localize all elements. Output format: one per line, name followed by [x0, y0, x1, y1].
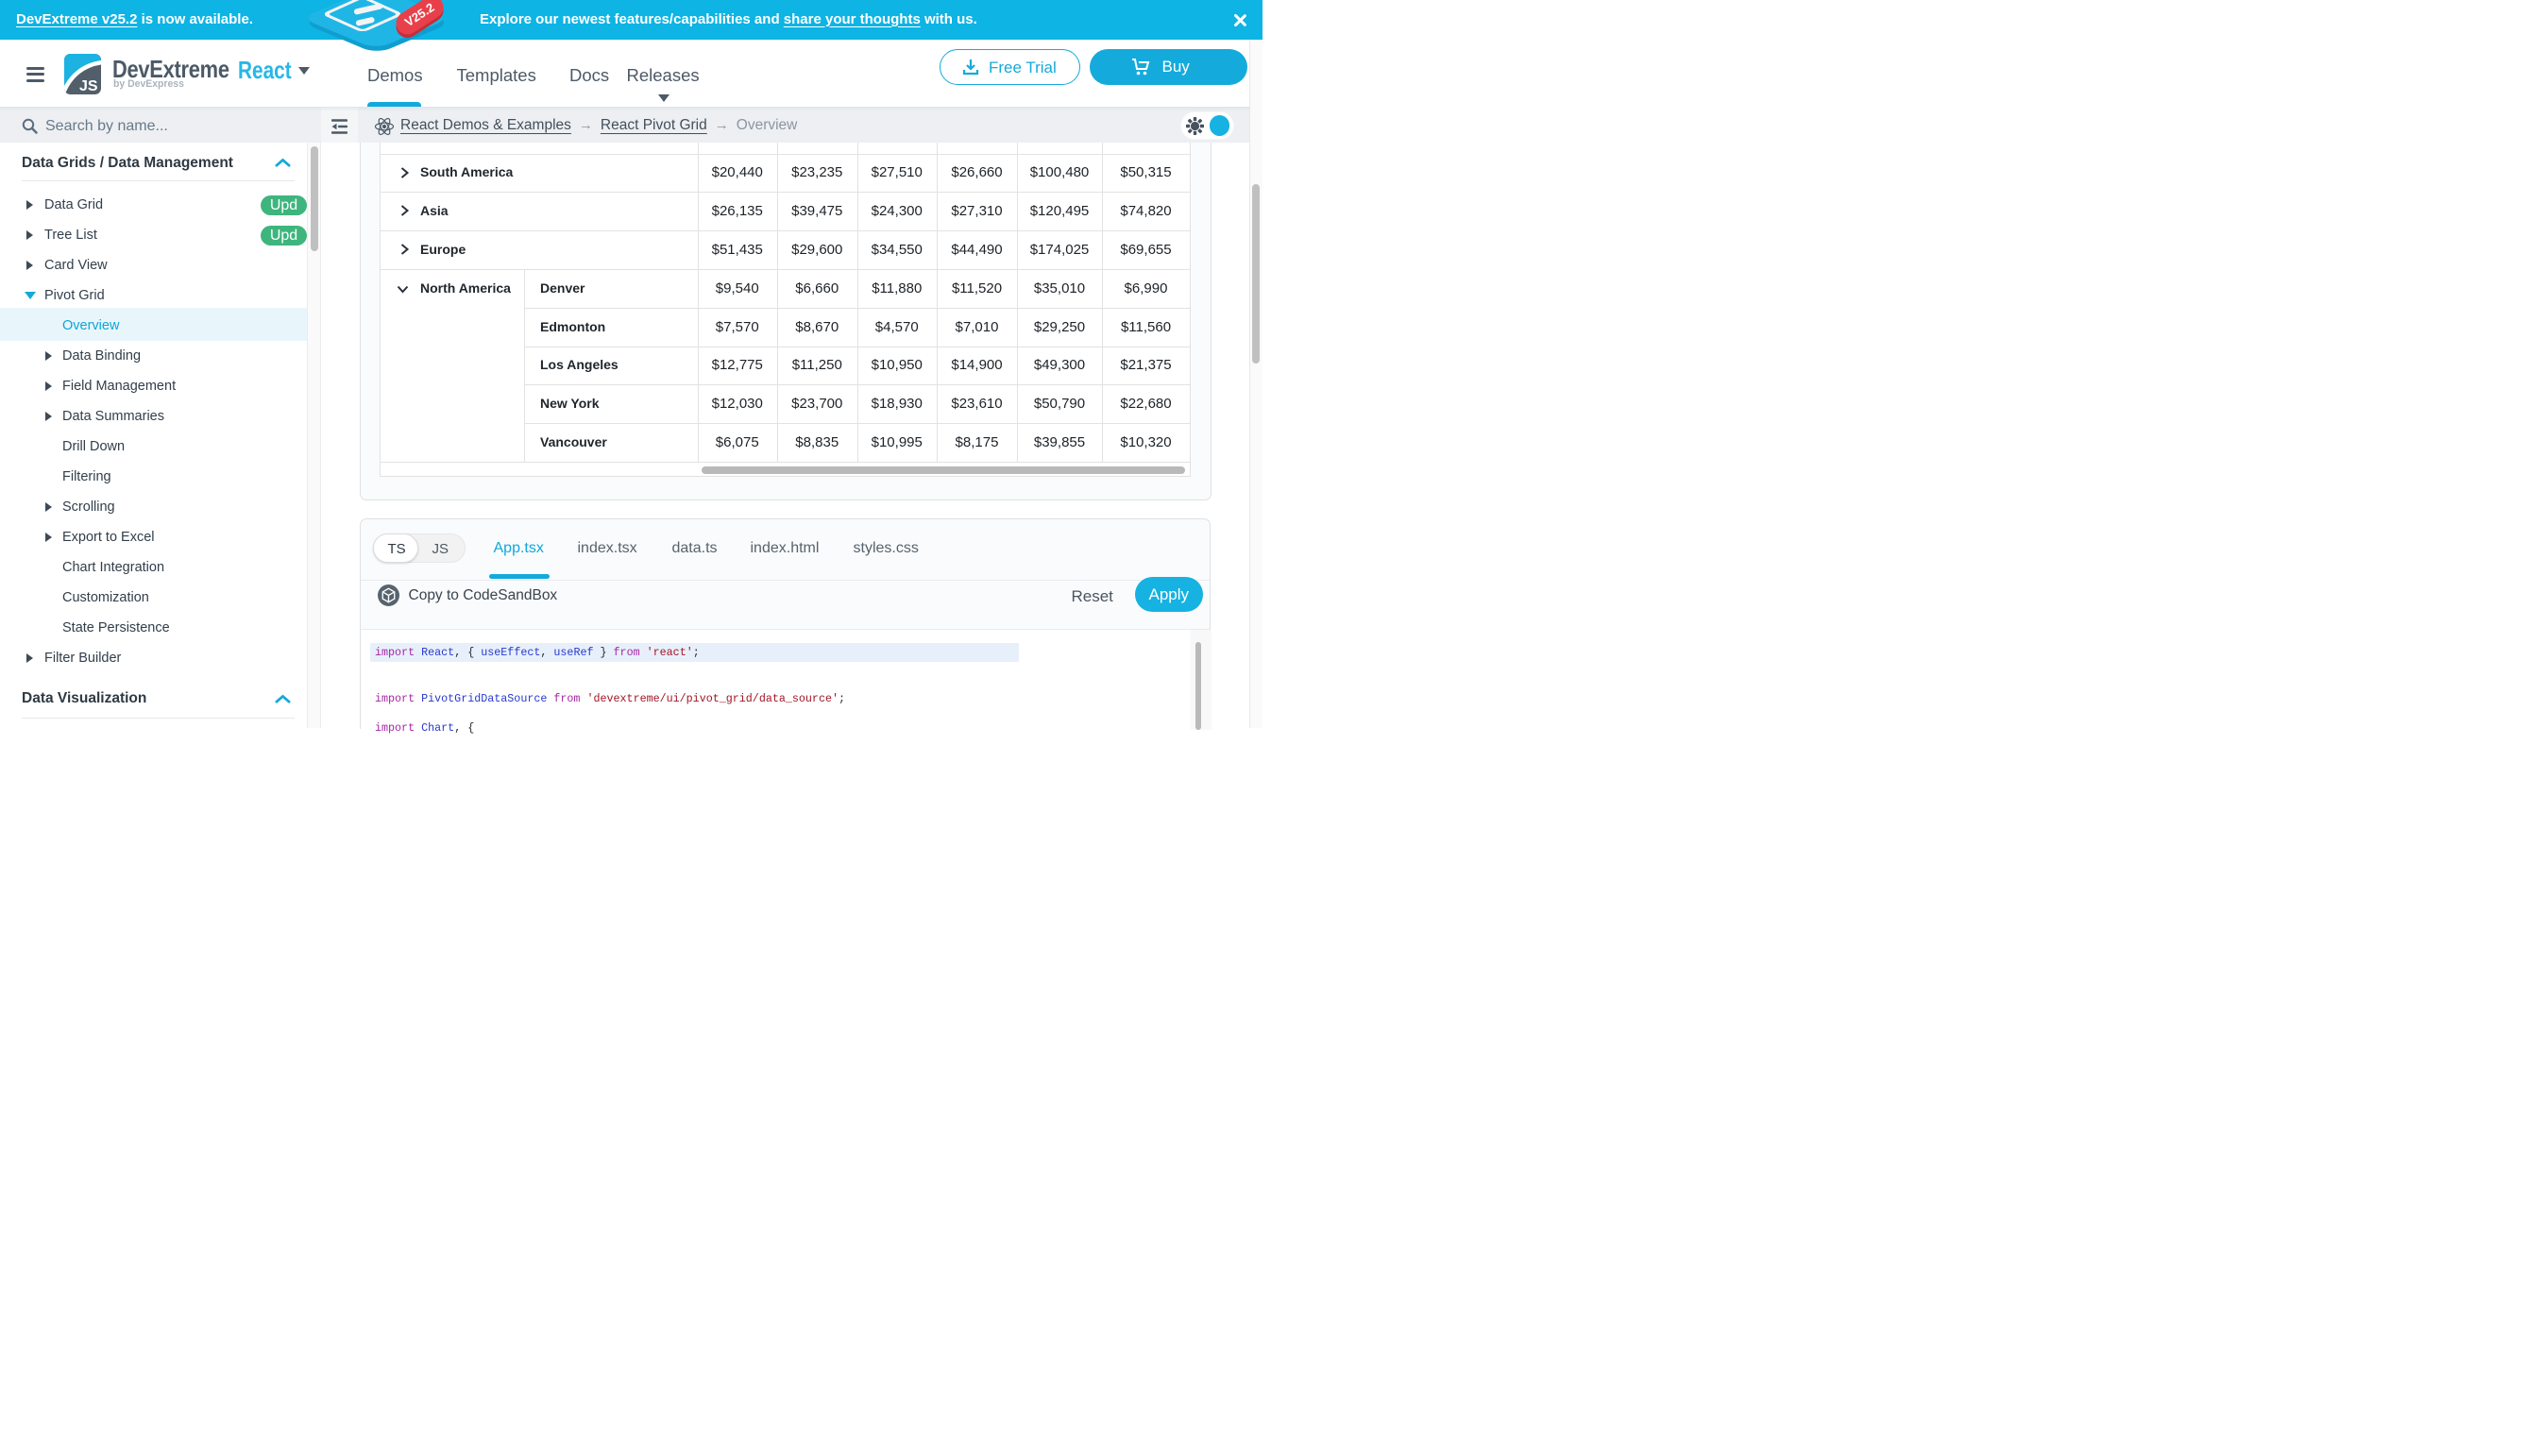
svg-text:JS: JS	[79, 78, 98, 94]
